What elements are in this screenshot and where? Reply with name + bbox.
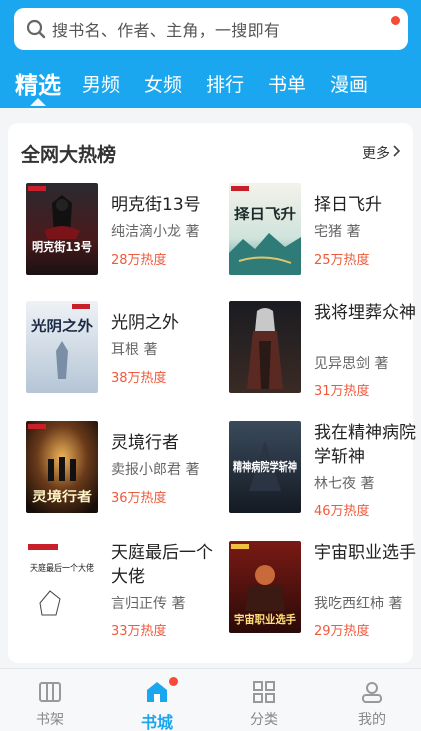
cover-title: 宇宙职业选手 — [234, 612, 296, 626]
nav-category[interactable]: 分类 — [224, 669, 304, 731]
book-title[interactable]: 我在精神病院学斩神 — [314, 421, 419, 469]
search-icon — [26, 19, 46, 39]
book-author: 卖报小郎君 著 — [111, 462, 200, 478]
profile-icon — [359, 679, 385, 705]
book-title[interactable]: 光阴之外 — [111, 311, 216, 335]
cover-title: 光阴之外 — [30, 318, 93, 335]
book-author: 宅猪 著 — [314, 224, 361, 240]
active-tab-indicator — [30, 98, 46, 106]
more-link[interactable]: 更多 — [362, 143, 401, 163]
tab-booklist[interactable]: 书单 — [268, 70, 306, 97]
book-author: 林七夜 著 — [314, 476, 375, 492]
home-icon — [144, 677, 178, 705]
book-item[interactable]: 灵境行者 灵境行者 卖报小郎君 著 36万热度 — [26, 421, 216, 521]
book-heat: 46万热度 — [314, 504, 370, 519]
book-item[interactable]: 宇宙职业选手 宇宙职业选手 我吃西红柿 著 29万热度 — [229, 541, 419, 641]
cover-title: 择日飞升 — [234, 206, 296, 223]
book-cover[interactable]: 天庭最后一个大佬 — [26, 541, 98, 633]
tab-featured[interactable]: 精选 — [15, 66, 61, 100]
book-heat: 31万热度 — [314, 384, 370, 399]
nav-profile[interactable]: 我的 — [332, 669, 412, 731]
tab-female[interactable]: 女频 — [144, 70, 182, 97]
book-heat: 29万热度 — [314, 624, 370, 639]
book-item[interactable]: 明克街13号 明克街13号 纯洁滴小龙 著 28万热度 — [26, 183, 216, 283]
cover-title: 天庭最后一个大佬 — [30, 562, 94, 574]
nav-label: 分类 — [250, 712, 278, 728]
nav-bookstore[interactable]: 书城 — [117, 669, 197, 731]
bookshelf-icon — [37, 679, 63, 705]
book-heat: 28万热度 — [111, 253, 167, 268]
book-title[interactable]: 宇宙职业选手 — [314, 541, 419, 565]
book-title[interactable]: 择日飞升 — [314, 193, 419, 217]
book-author: 我吃西红柿 著 — [314, 596, 403, 612]
book-heat: 33万热度 — [111, 624, 167, 639]
cover-title: 精神病院学斩神 — [233, 459, 297, 474]
book-title[interactable]: 天庭最后一个大佬 — [111, 541, 216, 589]
book-author: 言归正传 著 — [111, 596, 186, 612]
notification-dot — [169, 677, 178, 686]
book-cover[interactable]: 宇宙职业选手 — [229, 541, 301, 633]
book-title[interactable]: 明克街13号 — [111, 193, 216, 217]
book-cover[interactable]: 择日飞升 — [229, 183, 301, 275]
notification-dot — [391, 16, 400, 25]
category-tabs: 精选 男频 女频 排行 书单 漫画 — [0, 62, 421, 106]
search-bar[interactable]: 搜书名、作者、主角，一搜即有 — [14, 8, 408, 50]
section-title: 全网大热榜 — [21, 144, 117, 166]
tab-ranking[interactable]: 排行 — [206, 70, 244, 97]
book-title[interactable]: 我将埋葬众神 — [314, 301, 419, 325]
book-heat: 25万热度 — [314, 253, 370, 268]
category-grid-icon — [251, 679, 277, 705]
nav-bookshelf[interactable]: 书架 — [10, 669, 90, 731]
book-item[interactable]: 我将埋葬众神 见异思剑 著 31万热度 — [229, 301, 419, 401]
book-cover[interactable]: 灵境行者 — [26, 421, 98, 513]
book-item[interactable]: 精神病院学斩神 我在精神病院学斩神 林七夜 著 46万热度 — [229, 421, 419, 521]
book-item[interactable]: 光阴之外 光阴之外 耳根 著 38万热度 — [26, 301, 216, 401]
book-cover[interactable]: 明克街13号 — [26, 183, 98, 275]
book-item[interactable]: 择日飞升 择日飞升 宅猪 著 25万热度 — [229, 183, 419, 283]
book-cover[interactable]: 光阴之外 — [26, 301, 98, 393]
book-cover[interactable]: 精神病院学斩神 — [229, 421, 301, 513]
book-title[interactable]: 灵境行者 — [111, 431, 216, 455]
book-author: 见异思剑 著 — [314, 356, 389, 372]
nav-label: 我的 — [358, 712, 386, 728]
cover-title: 明克街13号 — [32, 239, 92, 254]
tab-comics[interactable]: 漫画 — [330, 70, 368, 97]
more-label[interactable]: 更多 — [362, 143, 390, 163]
book-item[interactable]: 天庭最后一个大佬 天庭最后一个大佬 言归正传 著 33万热度 — [26, 541, 216, 641]
nav-label: 书城 — [140, 713, 173, 731]
cover-title: 灵境行者 — [32, 489, 92, 505]
hot-list-card: 全网大热榜 更多 明克街13号 明克街13号 纯洁滴小龙 著 28万热度 择日飞… — [8, 123, 416, 663]
book-heat: 36万热度 — [111, 491, 167, 506]
book-heat: 38万热度 — [111, 371, 167, 386]
search-placeholder[interactable]: 搜书名、作者、主角，一搜即有 — [52, 17, 280, 41]
tab-male[interactable]: 男频 — [82, 70, 120, 97]
book-author: 耳根 著 — [111, 342, 158, 358]
bottom-nav: 书架 书城 分类 我的 — [0, 668, 421, 731]
chevron-right-icon — [392, 144, 401, 162]
book-author: 纯洁滴小龙 著 — [111, 224, 200, 240]
top-header: 搜书名、作者、主角，一搜即有 精选 男频 女频 排行 书单 漫画 — [0, 0, 421, 108]
nav-label: 书架 — [36, 712, 64, 728]
book-cover[interactable] — [229, 301, 301, 393]
